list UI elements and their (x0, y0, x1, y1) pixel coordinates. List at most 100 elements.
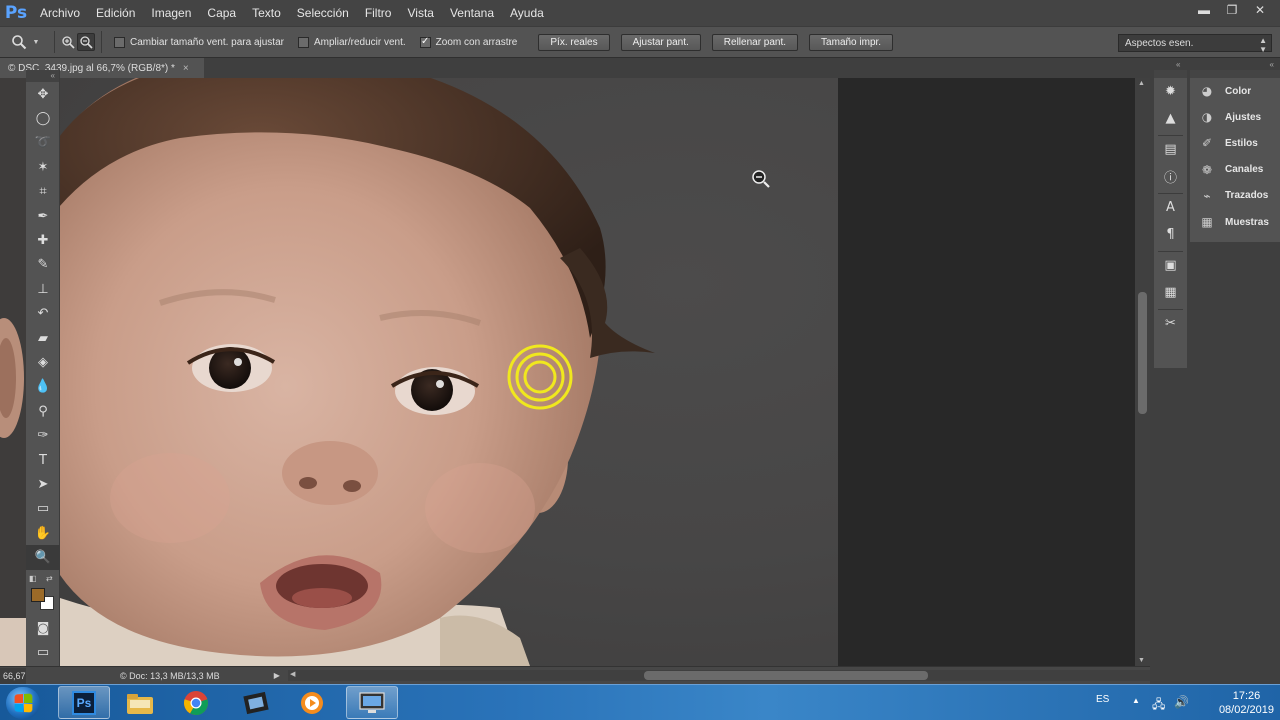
swatches-icon: ▦ (1201, 215, 1213, 230)
volume-icon[interactable]: 🔊 (1174, 695, 1189, 709)
workspace-select[interactable]: Aspectos esen. ▲ ▼ (1118, 34, 1272, 54)
paragraph-icon[interactable]: ¶ (1154, 221, 1187, 248)
menu-ventana[interactable]: Ventana (442, 0, 502, 26)
scrubby-zoom-checkbox[interactable]: ✓ (419, 36, 431, 48)
tools-panel-collapse[interactable]: « (26, 70, 59, 82)
scroll-down-icon[interactable]: ▼ (1138, 657, 1145, 664)
panel-canales[interactable]: ❁ Canales (1190, 157, 1280, 183)
zoom-tool[interactable]: 🔍 (26, 545, 60, 570)
blur-tool[interactable]: 💧 (26, 375, 60, 399)
zoom-all-windows-label: Ampliar/reducir vent. (313, 36, 406, 48)
styles-icon: ✐ (1201, 136, 1213, 151)
app-logo[interactable]: Ps (0, 0, 32, 26)
zoom-option-button[interactable]: Píx. reales (538, 33, 610, 51)
photoshop-taskbar-button[interactable]: Ps (58, 686, 110, 719)
menu-filtro[interactable]: Filtro (357, 0, 400, 26)
restore-button[interactable]: ❐ (1218, 0, 1246, 20)
info-icon[interactable]: ⓘ (1154, 163, 1187, 190)
zoom-in-button[interactable] (59, 33, 77, 51)
horizontal-scroll-thumb[interactable] (644, 671, 928, 680)
resize-windows-option[interactable]: Cambiar tamaño vent. para ajustar (114, 36, 284, 48)
scrubby-zoom-option[interactable]: ✓ Zoom con arrastre (419, 36, 517, 48)
language-indicator[interactable]: ES (1096, 694, 1109, 705)
lasso-tool[interactable]: ➰ (26, 131, 60, 155)
vertical-scroll-thumb[interactable] (1138, 292, 1147, 414)
scroll-up-icon[interactable]: ▲ (1138, 80, 1145, 87)
menu-edición[interactable]: Edición (88, 0, 143, 26)
status-menu-arrow[interactable]: ▶ (274, 671, 280, 680)
zoom-all-windows-option[interactable]: Ampliar/reducir vent. (297, 36, 406, 48)
panel-ajustes[interactable]: ◑ Ajustes (1190, 104, 1280, 130)
close-tab-icon[interactable]: × (183, 63, 189, 74)
menu-texto[interactable]: Texto (244, 0, 289, 26)
elliptical-marquee-tool[interactable]: ◯ (26, 106, 60, 130)
panel-color[interactable]: ◕ Color (1190, 78, 1280, 104)
panel-muestras[interactable]: ▦ Muestras (1190, 209, 1280, 235)
swap-colors-icon[interactable]: ⇄ (46, 574, 53, 583)
default-colors-icon[interactable]: ◧ (29, 574, 37, 583)
magic-wand-tool[interactable]: ✶ (26, 155, 60, 179)
path-selection-tool[interactable]: ➤ (26, 472, 60, 496)
crop-tool[interactable]: ⌗ (26, 180, 60, 204)
resize-windows-checkbox[interactable] (114, 36, 125, 48)
tool-presets-icon[interactable]: ✂ (1154, 310, 1187, 337)
zoom-option-button[interactable]: Rellenar pant. (711, 33, 799, 51)
zoom-level-field[interactable]: 66,67 (0, 667, 26, 684)
adjustments-icon: ◑ (1201, 110, 1213, 125)
history-brush-tool[interactable]: ↶ (26, 302, 60, 326)
collapse-icons-icon[interactable]: « (1176, 60, 1180, 69)
hand-tool[interactable]: ✋ (26, 521, 60, 545)
collapse-panels-icon[interactable]: « (1270, 60, 1274, 69)
healing-brush-tool[interactable]: ✚ (26, 228, 60, 252)
horizontal-scrollbar[interactable]: ◀ (288, 670, 1150, 681)
eraser-tool[interactable]: ▰ (26, 326, 60, 350)
layer-comps-icon[interactable]: ▤ (1154, 136, 1187, 163)
zoom-option-button[interactable]: Ajustar pant. (620, 33, 701, 51)
clock[interactable]: 17:26 08/02/2019 (1219, 689, 1274, 717)
character-icon[interactable]: A (1154, 194, 1187, 221)
panel-estilos[interactable]: ✐ Estilos (1190, 130, 1280, 156)
paint-bucket-tool[interactable]: ◈ (26, 350, 60, 374)
close-button[interactable]: ✕ (1246, 0, 1274, 20)
rectangle-tool[interactable]: ▭ (26, 497, 60, 521)
pen-tool[interactable]: ✑ (26, 423, 60, 447)
minimize-button[interactable]: ▬ (1190, 0, 1218, 20)
screen-recorder-taskbar-button[interactable] (346, 686, 398, 719)
foreground-color-swatch[interactable] (31, 587, 45, 602)
type-tool[interactable]: T (26, 448, 60, 472)
menu-archivo[interactable]: Archivo (32, 0, 88, 26)
histogram-icon[interactable]: ▲ (1154, 105, 1187, 132)
show-hidden-icons-icon[interactable]: ▲ (1132, 696, 1140, 705)
eyedropper-tool[interactable]: ✒ (26, 204, 60, 228)
zoom-all-windows-checkbox[interactable] (297, 36, 309, 48)
zoom-option-button[interactable]: Tamaño impr. (809, 33, 894, 51)
navigator-icon[interactable]: ✹ (1154, 78, 1187, 105)
document-canvas[interactable] (60, 78, 838, 666)
panel-trazados[interactable]: ⌁ Trazados (1190, 183, 1280, 209)
actions-icon[interactable]: ▦ (1154, 279, 1187, 306)
zoom-out-button[interactable] (77, 33, 95, 51)
tool-preset-picker[interactable]: ▼ (0, 26, 50, 58)
menu-selección[interactable]: Selección (289, 0, 357, 26)
vertical-scrollbar[interactable]: ▲ ▼ (1135, 78, 1150, 666)
file-explorer-taskbar-button[interactable] (114, 686, 166, 719)
status-bar: 66,67 © Doc: 13,3 MB/13,3 MB ▶ ◀ (0, 666, 1150, 684)
quick-mask-button[interactable]: ◙ (26, 616, 60, 640)
network-icon[interactable]: 🖧 (1152, 695, 1165, 716)
photoshop-window: Ps Archivo Edición Imagen Capa Texto Selecció… (0, 0, 1280, 720)
menu-imagen[interactable]: Imagen (143, 0, 199, 26)
menu-vista[interactable]: Vista (399, 0, 441, 26)
menu-capa[interactable]: Capa (199, 0, 244, 26)
screen-mode-button[interactable]: ▭ (26, 640, 60, 664)
chrome-taskbar-button[interactable] (170, 686, 222, 719)
clone-stamp-tool[interactable]: ⊥ (26, 277, 60, 301)
start-button[interactable] (6, 687, 40, 719)
dodge-tool[interactable]: ⚲ (26, 399, 60, 423)
history-icon[interactable]: ▣ (1154, 252, 1187, 279)
scroll-left-icon[interactable]: ◀ (290, 670, 295, 678)
menu-ayuda[interactable]: Ayuda (502, 0, 552, 26)
brush-tool[interactable]: ✎ (26, 253, 60, 277)
movie-maker-taskbar-button[interactable] (230, 686, 282, 719)
move-tool[interactable]: ✥ (26, 82, 60, 106)
media-player-taskbar-button[interactable] (286, 686, 338, 719)
